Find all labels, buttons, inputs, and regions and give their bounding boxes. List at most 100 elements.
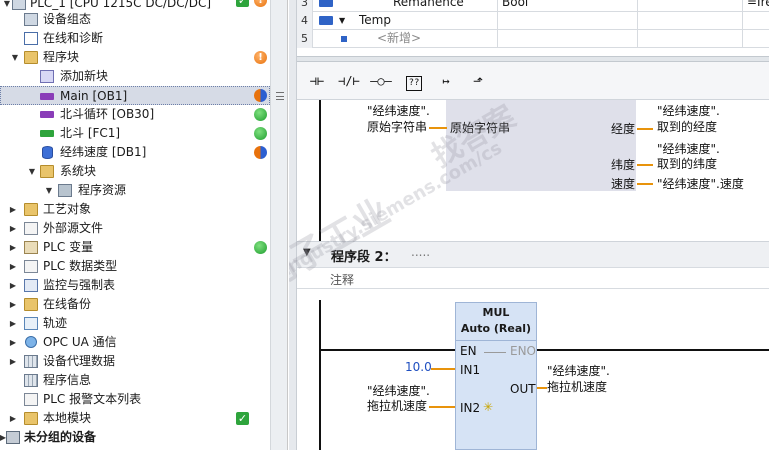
tree-item-traces[interactable]: ▶ 轨迹 <box>0 314 270 333</box>
new-var-icon <box>341 36 347 42</box>
cpu-icon <box>12 0 26 10</box>
folder-icon <box>24 203 38 216</box>
device-config-icon <box>24 13 38 26</box>
collapse-arrow-icon[interactable]: ▼ <box>44 181 54 200</box>
tree-item-program-blocks[interactable]: ▼ 程序块 <box>0 48 270 67</box>
expand-arrow-icon[interactable]: ▶ <box>8 352 18 371</box>
close-branch-button[interactable]: ⬏ <box>464 70 492 92</box>
tree-item-device-proxy[interactable]: ▶ 设备代理数据 <box>0 352 270 371</box>
ob-block-icon <box>40 111 54 118</box>
network-2-comment[interactable]: 注释 <box>297 267 769 289</box>
no-contact-button[interactable]: ⊣⊢ <box>303 70 331 92</box>
expand-arrow-icon[interactable]: ▶ <box>8 295 18 314</box>
tree-item-alarm-text-lists[interactable]: PLC 报警文本列表 <box>0 390 270 409</box>
status-warning-icon <box>254 48 267 67</box>
status-ok-icon <box>236 409 249 428</box>
mul-instruction-box[interactable]: MUL Auto (Real) EN ENO IN1 OUT IN2 ✳ <box>455 302 537 450</box>
collapse-arrow-icon[interactable]: ▼ <box>27 162 37 181</box>
tree-item-program-resources[interactable]: ▼ 程序资源 <box>0 181 270 200</box>
function-block[interactable] <box>446 100 636 191</box>
tree-item-watch-force-tables[interactable]: ▶ 监控与强制表 <box>0 276 270 295</box>
power-rail <box>319 300 321 450</box>
project-tree: ▼ PLC_1 [CPU 1215C DC/DC/DC] 设备组态 在线和诊断 … <box>0 0 288 450</box>
db-block-icon <box>42 146 53 159</box>
ladder-canvas: "经纬速度". 原始字符串 原始字符串 经度 纬度 速度 "经纬速度". 取到的… <box>289 99 769 450</box>
tree-item-system-blocks[interactable]: ▼ 系统块 <box>0 162 270 181</box>
empty-box-button[interactable]: ?? <box>400 70 428 92</box>
input-wire <box>429 127 447 129</box>
status-ok-icon <box>254 108 267 121</box>
expand-arrow-icon[interactable]: ▶ <box>8 333 18 352</box>
device-proxy-icon <box>24 355 38 368</box>
expand-arrow-icon[interactable]: ▶ <box>8 257 18 276</box>
expand-arrow-icon[interactable]: ▶ <box>8 219 18 238</box>
eno-wire <box>537 349 769 351</box>
watch-table-icon <box>24 279 38 292</box>
tree-item-add-block[interactable]: 添加新块 <box>0 67 270 86</box>
collapse-arrow-icon[interactable]: ▼ <box>303 247 311 258</box>
editor-left-splitter[interactable] <box>289 0 297 450</box>
en-eno-line <box>484 352 506 353</box>
tree-item-online-diagnostics[interactable]: 在线和诊断 <box>0 29 270 48</box>
open-branch-button[interactable]: ↦ <box>432 70 460 92</box>
output-wire <box>637 183 653 185</box>
en-wire <box>319 349 455 351</box>
program-info-icon <box>24 374 38 387</box>
tree-item-main-ob1[interactable]: Main [OB1] <box>0 86 270 105</box>
in1-wire <box>431 368 455 370</box>
status-warning-icon <box>254 0 267 10</box>
nc-contact-button[interactable]: ⊣/⊢ <box>335 70 363 92</box>
folder-icon <box>24 298 38 311</box>
tree-item-plc-data-types[interactable]: ▶ PLC 数据类型 <box>0 257 270 276</box>
interface-row-add-new[interactable]: 5 <新增> <box>297 30 769 48</box>
plc-tags-icon <box>24 241 38 254</box>
tree-item-online-backups[interactable]: ▶ 在线备份 <box>0 295 270 314</box>
add-new-block-icon <box>40 70 54 83</box>
mul-header: MUL Auto (Real) <box>460 306 532 335</box>
expand-arrow-icon[interactable]: ▶ <box>8 200 18 219</box>
status-inconsistent-icon <box>254 89 267 102</box>
network-2-header[interactable]: ▼ 程序段 2： ..... <box>297 241 769 267</box>
expand-arrow-icon[interactable]: ▶ <box>8 409 18 428</box>
tree-item-external-sources[interactable]: ▶ 外部源文件 <box>0 219 270 238</box>
tree-item-device-config[interactable]: 设备组态 <box>0 10 270 29</box>
expand-arrow-icon[interactable]: ▶ <box>8 276 18 295</box>
external-source-icon <box>24 222 38 235</box>
splitter-grip-icon[interactable] <box>276 92 284 100</box>
add-input-star-icon[interactable]: ✳ <box>483 400 493 414</box>
folder-icon <box>24 51 38 64</box>
status-inconsistent-icon <box>254 146 267 159</box>
devices-icon <box>6 431 20 444</box>
temp-section-icon <box>319 16 333 25</box>
collapse-arrow-icon[interactable]: ▼ <box>339 12 345 29</box>
fc-block-icon <box>40 130 54 137</box>
interface-row[interactable]: 4 ▼ Temp <box>297 12 769 30</box>
tree-item-program-info[interactable]: 程序信息 <box>0 371 270 390</box>
power-rail <box>319 100 321 241</box>
static-var-icon <box>319 0 333 7</box>
collapse-arrow-icon[interactable]: ▼ <box>10 48 20 67</box>
tree-item-db1[interactable]: 经纬速度 [DB1] <box>0 143 270 162</box>
expand-arrow-icon[interactable]: ▶ <box>8 238 18 257</box>
tree-item-ungrouped-devices[interactable]: ▶ 未分组的设备 <box>0 428 270 447</box>
tree-item-local-modules[interactable]: ▶ 本地模块 <box>0 409 270 428</box>
out-wire <box>537 387 547 389</box>
diagnostics-icon <box>24 32 38 45</box>
coil-button[interactable]: –○– <box>367 70 395 92</box>
expand-arrow-icon[interactable]: ▶ <box>8 314 18 333</box>
tree-item-technology-objects[interactable]: ▶ 工艺对象 <box>0 200 270 219</box>
tree-item-ob30[interactable]: 北斗循环 [OB30] <box>0 105 270 124</box>
data-types-icon <box>24 260 38 273</box>
block-interface-table: 3 Remanence Bool =Ire 4 ▼ Temp 5 <新增> <box>297 0 769 56</box>
tree-scrollbar[interactable] <box>270 0 287 450</box>
opc-ua-icon <box>25 336 37 348</box>
in2-wire <box>429 406 455 408</box>
folder-icon <box>40 165 54 178</box>
interface-row[interactable]: 3 Remanence Bool =Ire <box>297 0 769 12</box>
program-editor: 3 Remanence Bool =Ire 4 ▼ Temp 5 <新增> ⊣⊢… <box>289 0 769 450</box>
tree-item-opc-ua[interactable]: ▶ OPC UA 通信 <box>0 333 270 352</box>
tree-item-fc1[interactable]: 北斗 [FC1] <box>0 124 270 143</box>
output-wire <box>637 164 653 166</box>
tree-item-plc-tags[interactable]: ▶ PLC 变量 <box>0 238 270 257</box>
status-ok-icon <box>236 0 249 10</box>
